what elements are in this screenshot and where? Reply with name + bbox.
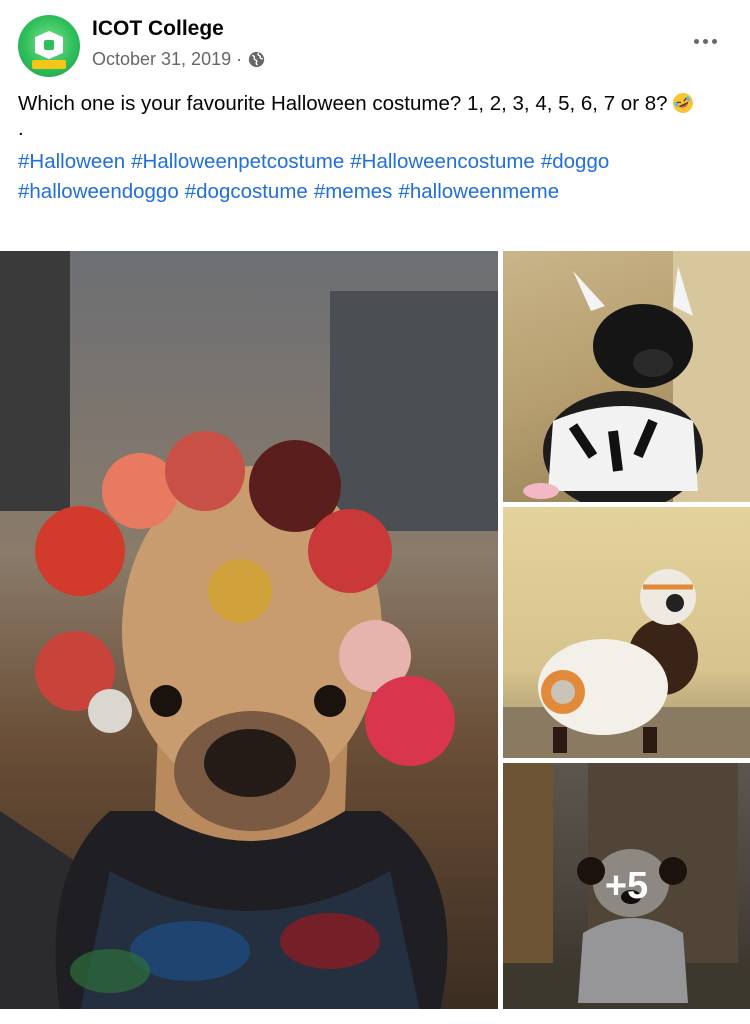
- hashtag-link[interactable]: #Halloween: [18, 150, 125, 173]
- photo-dog-cow-costume[interactable]: [503, 251, 750, 502]
- post-text: Which one is your favourite Halloween co…: [18, 89, 730, 207]
- photo-dog-leia-costume[interactable]: +5: [503, 763, 750, 1009]
- hashtag-link[interactable]: #halloweenmeme: [398, 180, 559, 203]
- logo-band: [32, 60, 66, 69]
- post-header: ICOT College October 31, 2019 ·: [0, 0, 750, 86]
- dog-bb8-costume-illustration: [503, 569, 750, 758]
- page-avatar[interactable]: [18, 15, 80, 77]
- hashtag-link[interactable]: #dogcostume: [185, 180, 308, 203]
- photo-grid: +5: [0, 251, 750, 1009]
- more-options-button[interactable]: [690, 26, 720, 56]
- hashtag-list: #Halloween #Halloweenpetcostume #Halloween…: [18, 147, 730, 207]
- dog-flower-crown-illustration: [0, 251, 498, 1009]
- globe-icon[interactable]: [248, 51, 265, 68]
- hashtag-link[interactable]: #memes: [314, 180, 393, 203]
- hashtag-link[interactable]: #doggo: [541, 150, 609, 173]
- post-message-text: Which one is your favourite Halloween co…: [18, 92, 668, 115]
- hashtag-link[interactable]: #Halloweenpetcostume: [131, 150, 344, 173]
- dog-cow-costume-illustration: [523, 251, 750, 502]
- graduation-cap-icon: [35, 31, 63, 59]
- post-message: Which one is your favourite Halloween co…: [18, 89, 730, 119]
- more-photos-overlay[interactable]: +5: [503, 763, 750, 1009]
- more-dots-icon: [693, 38, 699, 44]
- photo-dog-flower-crown[interactable]: [0, 251, 498, 1009]
- hashtag-link[interactable]: #halloweendoggo: [18, 180, 179, 203]
- page-name[interactable]: ICOT College: [92, 17, 224, 41]
- rolling-on-floor-laughing-emoji: [672, 93, 693, 113]
- hashtag-link[interactable]: #Halloweencostume: [350, 150, 535, 173]
- post-meta: October 31, 2019 ·: [92, 49, 265, 70]
- photo-dog-bb8-costume[interactable]: [503, 507, 750, 758]
- dot-line: .: [18, 117, 24, 140]
- meta-separator: ·: [236, 49, 243, 69]
- post-date[interactable]: October 31, 2019: [92, 49, 231, 70]
- more-photos-count: +5: [604, 864, 649, 907]
